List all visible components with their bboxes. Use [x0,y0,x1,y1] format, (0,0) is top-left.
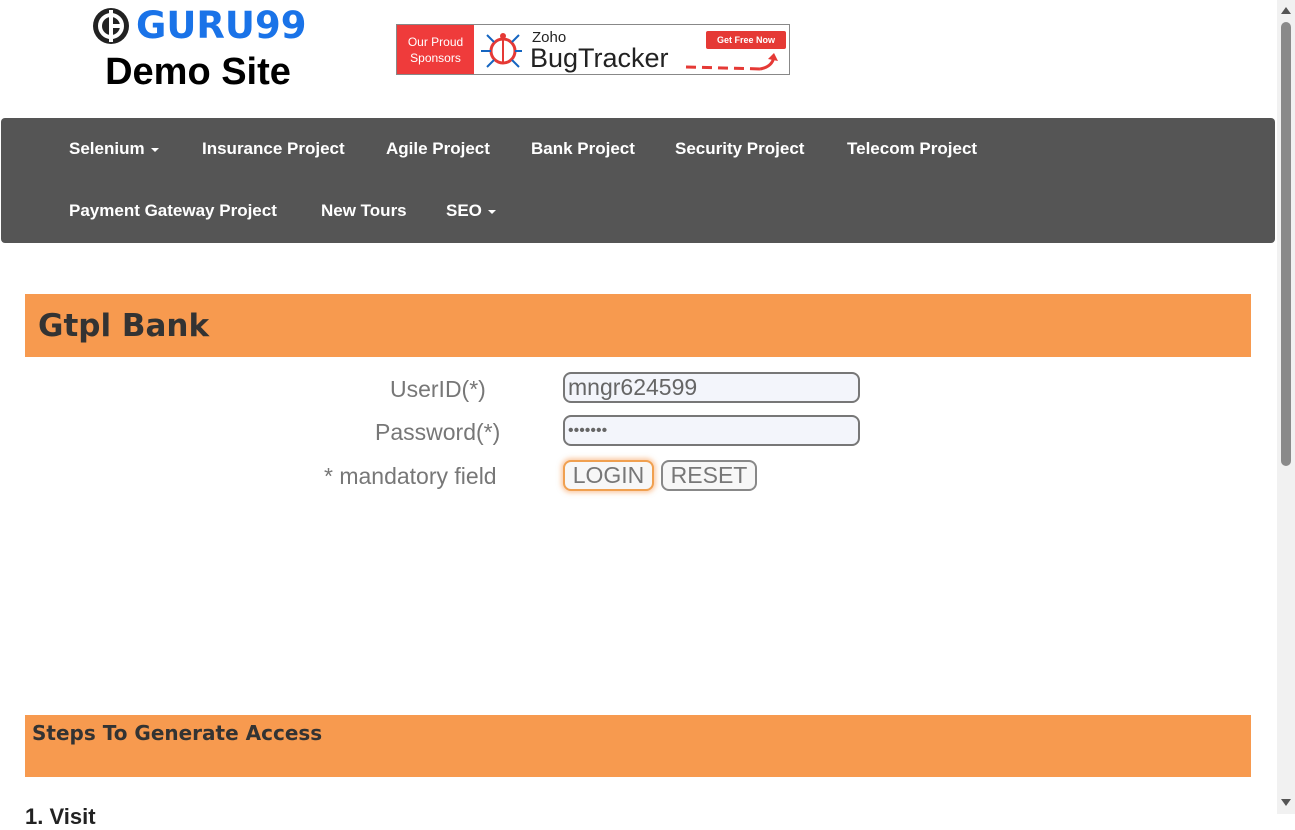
steps-header: Steps To Generate Access [25,715,1251,777]
steps-title: Steps To Generate Access [32,721,323,745]
nav-selenium[interactable]: Selenium [69,139,159,159]
mandatory-field-note: * mandatory field [324,463,497,489]
bank-header: Gtpl Bank [25,294,1251,357]
main-navbar: Selenium Insurance Project Agile Project… [1,118,1275,243]
password-label: Password(*) [375,419,501,445]
nav-security-project[interactable]: Security Project [675,139,804,159]
userid-label: UserID(*) [390,376,486,402]
password-input[interactable]: ••••••• [563,415,860,446]
nav-label: SEO [446,201,482,220]
nav-seo[interactable]: SEO [446,201,496,221]
login-button[interactable]: LOGIN [563,460,654,491]
guru99-logo-icon [93,8,129,44]
site-title: Demo Site [105,51,291,93]
sponsor-product: BugTracker [530,43,669,73]
site-logo[interactable]: GURU99 Demo Site [92,6,307,94]
nav-agile-project[interactable]: Agile Project [386,139,490,159]
password-mask: ••••••• [568,421,608,439]
sponsor-banner[interactable]: Our Proud Sponsors Zoho BugTracker Get F… [396,24,790,75]
page-title: Gtpl Bank [38,308,210,344]
nav-label: Selenium [69,139,145,158]
nav-telecom-project[interactable]: Telecom Project [847,139,977,159]
page-scrollbar[interactable] [1277,0,1295,814]
arrow-icon [685,53,778,71]
scrollbar-thumb[interactable] [1281,22,1291,466]
sponsor-tag-line2: Sponsors [410,50,461,65]
scroll-down-icon[interactable] [1281,799,1291,806]
reset-button[interactable]: RESET [661,460,757,491]
nav-new-tours[interactable]: New Tours [321,201,407,221]
bug-icon [481,33,522,68]
nav-insurance-project[interactable]: Insurance Project [202,139,345,159]
nav-payment-gateway-project[interactable]: Payment Gateway Project [69,201,277,221]
sponsor-tag: Our Proud Sponsors [397,25,474,74]
logo-text: GURU99 [136,4,307,47]
caret-down-icon [487,209,496,214]
get-free-now-button[interactable]: Get Free Now [706,31,786,49]
userid-input[interactable] [563,372,860,403]
nav-bank-project[interactable]: Bank Project [531,139,635,159]
scroll-up-icon[interactable] [1281,7,1291,14]
sponsor-tag-line1: Our Proud [407,34,464,49]
step-item: 1. Visit [25,804,96,829]
caret-down-icon [150,147,159,152]
